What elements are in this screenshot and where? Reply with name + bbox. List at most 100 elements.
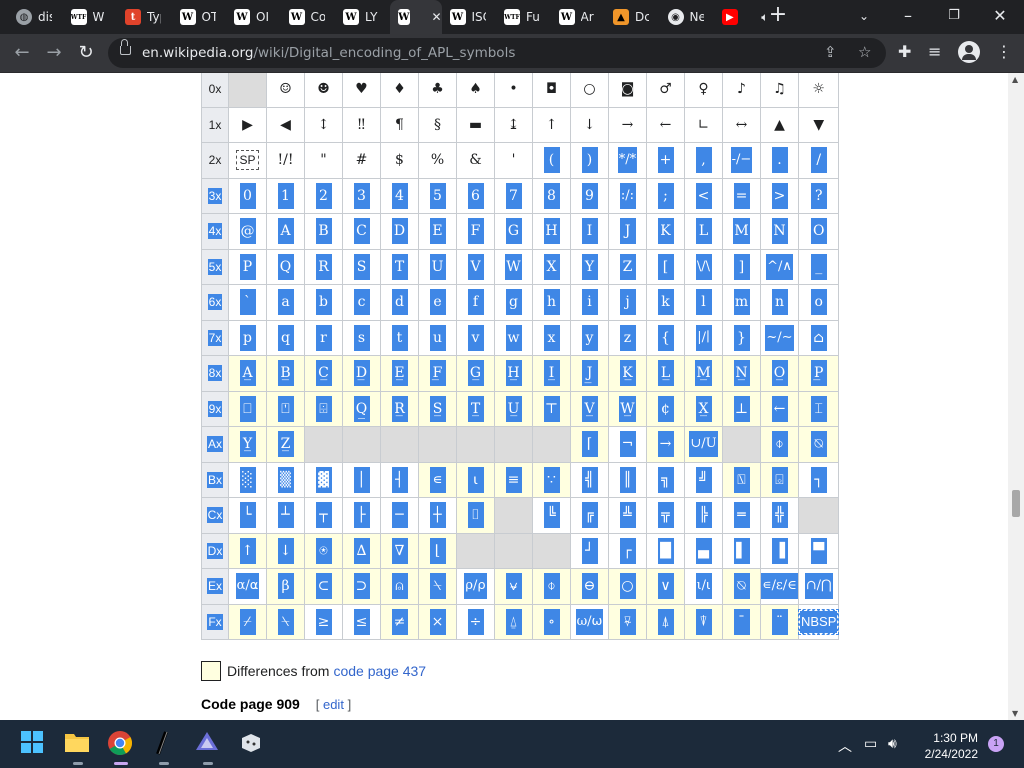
legend-link[interactable]: code page 437	[333, 663, 426, 679]
code-cell[interactable]: I̲	[532, 355, 571, 392]
code-cell[interactable]: ▐	[760, 532, 799, 569]
code-cell[interactable]: M	[722, 213, 761, 250]
code-cell[interactable]: ♀	[684, 73, 723, 108]
code-cell[interactable]: /	[797, 142, 840, 179]
chrome-taskbar-icon[interactable]	[107, 730, 135, 765]
code-cell[interactable]: ╠	[684, 497, 723, 534]
code-cell[interactable]: 5	[418, 177, 457, 214]
code-cell[interactable]: ×	[418, 603, 457, 640]
code-cell[interactable]: ~/∼	[760, 319, 799, 356]
code-cell[interactable]: ≠	[380, 603, 419, 640]
code-cell[interactable]: +	[646, 142, 685, 179]
tab-13[interactable]: ◉ Ne	[660, 0, 715, 34]
code-cell[interactable]: ¯	[722, 603, 761, 640]
code-cell[interactable]: s	[342, 319, 381, 356]
code-cell[interactable]: R̲	[380, 390, 419, 427]
code-cell[interactable]: ‼	[342, 106, 381, 143]
code-cell[interactable]: ☼	[797, 73, 840, 108]
code-cell[interactable]: r	[304, 319, 343, 356]
code-cell[interactable]: G	[494, 213, 533, 250]
new-tab-button[interactable]: +	[766, 4, 790, 28]
code-cell[interactable]: "	[304, 142, 343, 179]
code-cell[interactable]: ⍉	[722, 568, 761, 605]
code-cell[interactable]: f	[456, 284, 495, 321]
code-cell[interactable]: E	[418, 213, 457, 250]
volume-icon[interactable]: 🔊︎	[888, 736, 897, 752]
code-cell[interactable]: U̲	[494, 390, 533, 427]
code-cell[interactable]: ⍙	[494, 603, 533, 640]
code-cell[interactable]: C̲	[304, 355, 343, 392]
code-cell[interactable]: ♫	[760, 73, 799, 108]
code-cell[interactable]: X	[532, 248, 571, 285]
forward-icon[interactable]: →	[42, 41, 66, 65]
code-cell[interactable]: ┌	[608, 532, 647, 569]
code-cell[interactable]: 7	[494, 177, 533, 214]
code-cell[interactable]: ╩	[608, 497, 647, 534]
code-cell[interactable]: ÷	[456, 603, 495, 640]
code-cell[interactable]: `	[228, 284, 267, 321]
code-cell[interactable]: I	[570, 213, 609, 250]
code-cell[interactable]: ⌷	[456, 497, 495, 534]
scrollbar-thumb[interactable]	[1012, 490, 1020, 517]
code-cell[interactable]: g	[494, 284, 533, 321]
code-cell[interactable]: •	[494, 73, 533, 108]
scroll-up-icon[interactable]: ▲	[1012, 75, 1018, 84]
code-cell[interactable]: ↓	[266, 532, 305, 569]
code-cell[interactable]: O̲	[760, 355, 799, 392]
code-cell[interactable]: ⊂	[304, 568, 343, 605]
code-cell[interactable]: ⍒	[684, 603, 723, 640]
code-cell[interactable]: ╗	[646, 461, 685, 498]
code-cell[interactable]: F	[456, 213, 495, 250]
code-cell[interactable]: ▬	[456, 106, 495, 143]
code-cell[interactable]: ≤	[342, 603, 381, 640]
code-cell[interactable]: W̲	[608, 390, 647, 427]
code-cell[interactable]	[456, 532, 495, 569]
dice-app-icon[interactable]	[238, 730, 266, 758]
address-bar[interactable]: en.wikipedia.org/wiki/Digital_encoding_o…	[108, 38, 886, 68]
code-cell[interactable]: ^/∧	[760, 248, 799, 285]
code-cell[interactable]: ♦	[380, 73, 419, 108]
clock[interactable]: 1:30 PM 2/24/2022	[920, 730, 978, 762]
tab-9[interactable]: W ISC	[442, 0, 497, 34]
code-cell[interactable]: ↑	[532, 106, 571, 143]
code-cell[interactable]: Z̲	[266, 426, 305, 463]
code-cell[interactable]: ω/⍵	[570, 603, 609, 640]
code-cell[interactable]: B̲	[266, 355, 305, 392]
code-cell[interactable]: ¬	[608, 426, 647, 463]
code-cell[interactable]: ⊥	[722, 390, 761, 427]
code-cell[interactable]: Y	[570, 248, 609, 285]
code-cell[interactable]: ─	[380, 497, 419, 534]
code-cell[interactable]: ╬	[760, 497, 799, 534]
code-cell[interactable]: NBSP	[797, 603, 840, 640]
code-cell[interactable]: S	[342, 248, 381, 285]
code-cell[interactable]	[722, 426, 761, 463]
notification-badge[interactable]: 1	[988, 736, 1004, 752]
code-cell[interactable]: ,	[684, 142, 723, 179]
code-cell[interactable]	[304, 426, 343, 463]
code-cell[interactable]: <	[684, 177, 723, 214]
code-cell[interactable]: ↔	[722, 106, 761, 143]
code-cell[interactable]: N	[760, 213, 799, 250]
code-cell[interactable]: ←	[760, 390, 799, 427]
code-cell[interactable]: ╔	[570, 497, 609, 534]
code-cell[interactable]: T̲	[456, 390, 495, 427]
pen-app-icon[interactable]	[150, 730, 178, 765]
tab-search-icon[interactable]: ⌄	[852, 4, 876, 28]
code-cell[interactable]: ┬	[304, 497, 343, 534]
code-cell[interactable]: l	[684, 284, 723, 321]
code-cell[interactable]: q	[266, 319, 305, 356]
profile-avatar[interactable]	[958, 41, 980, 63]
code-cell[interactable]: ∟	[684, 106, 723, 143]
code-cell[interactable]: ⌹	[304, 390, 343, 427]
tray-chevron-icon[interactable]: ︿	[838, 736, 852, 756]
tab-4[interactable]: W OT	[172, 0, 227, 34]
code-cell[interactable]: B	[304, 213, 343, 250]
code-cell[interactable]: ╣	[570, 461, 609, 498]
code-cell[interactable]: )	[570, 142, 609, 179]
code-cell[interactable]: ↕	[304, 106, 343, 143]
code-cell[interactable]: o	[797, 284, 840, 321]
code-cell[interactable]: ♠	[456, 73, 495, 108]
tab-12[interactable]: ▲ Dc	[605, 0, 660, 34]
start-icon[interactable]	[20, 730, 48, 758]
code-cell[interactable]	[418, 426, 457, 463]
